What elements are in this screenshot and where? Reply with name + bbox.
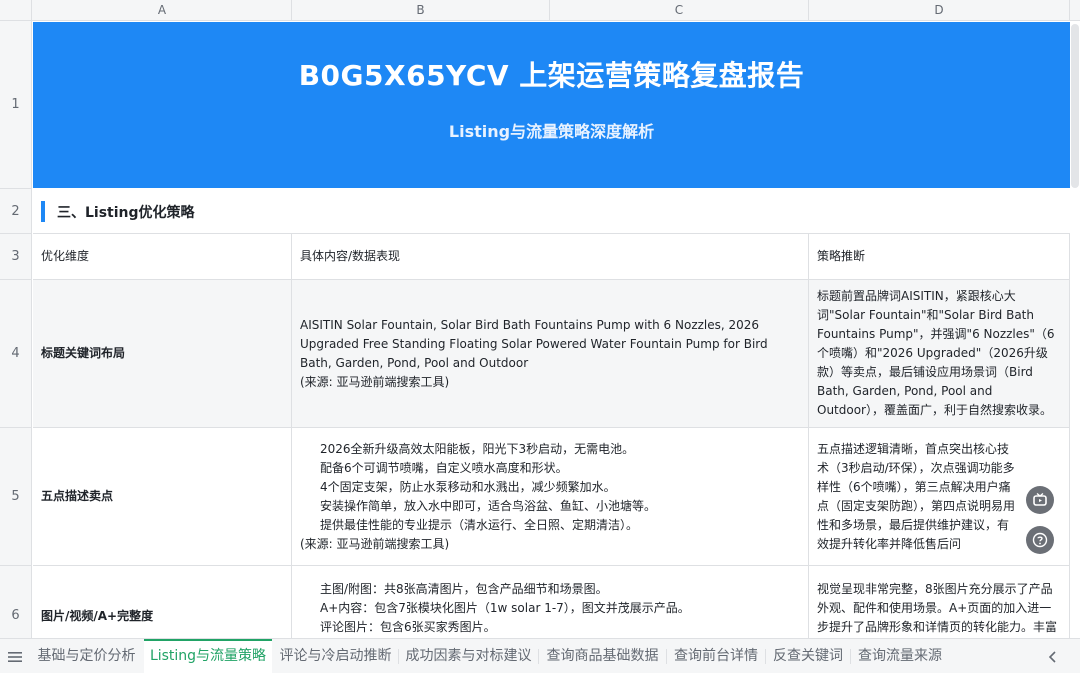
bullet-point: 4个固定支架，防止水泵移动和水溅出，减少频繁加水。 bbox=[320, 479, 616, 494]
report-banner[interactable]: B0G5X65YCV 上架运营策略复盘报告 Listing与流量策略深度解析 bbox=[33, 22, 1070, 188]
content-line: 评论图片：包含6张买家秀图片。 bbox=[320, 620, 496, 634]
select-all-corner[interactable] bbox=[0, 0, 32, 21]
row-header-2[interactable]: 2 bbox=[0, 189, 32, 234]
content-line: AISITIN Solar Fountain, Solar Bird Bath … bbox=[300, 317, 768, 370]
content-line: 主图/附图：共8张高清图片，包含产品细节和场景图。 bbox=[320, 582, 608, 596]
sheet-tab-bar: 基础与定价分析 Listing与流量策略 评论与冷启动推断 成功因素与对标建议 … bbox=[0, 638, 1080, 674]
bullet-point: 提供最佳性能的专业提示（清水运行、全日照、定期清洁）。 bbox=[320, 517, 639, 532]
menu-icon[interactable] bbox=[0, 639, 30, 674]
cell-strategy-media[interactable]: 视觉呈现非常完整，8张图片充分展示了产品外观、配件和使用场景。A+页面的加入进一… bbox=[809, 566, 1070, 638]
row-header-3[interactable]: 3 bbox=[0, 234, 32, 280]
bullet-point: 2026全新升级高效太阳能板，阳光下3秒启动，无需电池。 bbox=[320, 441, 635, 456]
header-content[interactable]: 具体内容/数据表现 bbox=[292, 234, 809, 280]
cell-dimension-title-keywords[interactable]: 标题关键词布局 bbox=[33, 280, 292, 428]
row-header-1[interactable]: 1 bbox=[0, 21, 32, 189]
tab-frontend-details[interactable]: 查询前台详情 bbox=[667, 639, 765, 674]
cell-dimension-media[interactable]: 图片/视频/A+完整度 bbox=[33, 566, 292, 638]
header-dimension[interactable]: 优化维度 bbox=[33, 234, 292, 280]
spreadsheet: A B C D 1 2 3 4 5 6 B0G5X65YCV 上架运营策略复盘报… bbox=[0, 0, 1080, 638]
content-line: A+内容：包含7张模块化图片（1w solar 1-7），图文并茂展示产品。 bbox=[320, 601, 690, 615]
cell-content-bullet-points[interactable]: 2026全新升级高效太阳能板，阳光下3秒启动，无需电池。 配备6个可调节喷嘴，自… bbox=[292, 428, 809, 566]
help-icon[interactable] bbox=[1026, 526, 1054, 554]
content-source: (来源: 亚马逊前端搜索工具) bbox=[300, 374, 450, 389]
cell-dimension-bullet-points[interactable]: 五点描述卖点 bbox=[33, 428, 292, 566]
column-header: A B C D bbox=[0, 0, 1080, 21]
strategy-text: 五点描述逻辑清晰，首点突出核心技术（3秒启动/环保），次点强调功能多样性（6个喷… bbox=[817, 441, 1016, 551]
report-subtitle: Listing与流量策略深度解析 bbox=[448, 122, 655, 141]
header-strategy[interactable]: 策略推断 bbox=[809, 234, 1070, 280]
row-header-5[interactable]: 5 bbox=[0, 428, 32, 566]
scrollbar-thumb[interactable] bbox=[1071, 24, 1079, 188]
column-b-header[interactable]: B bbox=[292, 0, 550, 21]
cell-content-title-keywords[interactable]: AISITIN Solar Fountain, Solar Bird Bath … bbox=[292, 280, 809, 428]
tab-product-data[interactable]: 查询商品基础数据 bbox=[539, 639, 666, 674]
bullet-point: 配备6个可调节喷嘴，自定义喷水高度和形状。 bbox=[320, 460, 568, 475]
tab-reverse-keywords[interactable]: 反查关键词 bbox=[766, 639, 850, 674]
strategy-text: 视觉呈现非常完整，8张图片充分展示了产品外观、配件和使用场景。A+页面的加入进一… bbox=[817, 582, 1058, 634]
tab-traffic-sources[interactable]: 查询流量来源 bbox=[851, 639, 949, 674]
section-accent-bar bbox=[41, 201, 45, 222]
tab-reviews-cold-start[interactable]: 评论与冷启动推断 bbox=[273, 639, 398, 674]
tab-pricing-analysis[interactable]: 基础与定价分析 bbox=[30, 639, 143, 674]
column-c-header[interactable]: C bbox=[550, 0, 809, 21]
content-source: (来源: 亚马逊前端搜索工具) bbox=[300, 536, 450, 551]
tv-icon[interactable] bbox=[1026, 486, 1054, 514]
row-header-6[interactable]: 6 bbox=[0, 566, 32, 638]
tab-listing-traffic[interactable]: Listing与流量策略 bbox=[144, 639, 272, 674]
section-title: 三、Listing优化策略 bbox=[57, 205, 195, 221]
chevron-left-icon[interactable] bbox=[1038, 639, 1068, 674]
column-d-header[interactable]: D bbox=[809, 0, 1070, 21]
column-a-header[interactable]: A bbox=[33, 0, 292, 21]
cell-content-media[interactable]: 主图/附图：共8张高清图片，包含产品细节和场景图。 A+内容：包含7张模块化图片… bbox=[292, 566, 809, 638]
tab-success-factors[interactable]: 成功因素与对标建议 bbox=[399, 639, 538, 674]
strategy-text: 标题前置品牌词AISITIN，紧跟核心大词"Solar Fountain"和"S… bbox=[817, 289, 1055, 417]
section-heading-row[interactable]: 三、Listing优化策略 bbox=[33, 189, 1070, 234]
cell-strategy-title-keywords[interactable]: 标题前置品牌词AISITIN，紧跟核心大词"Solar Fountain"和"S… bbox=[809, 280, 1070, 428]
bullet-point: 安装操作简单，放入水中即可，适合鸟浴盆、鱼缸、小池塘等。 bbox=[320, 498, 657, 513]
row-header-4[interactable]: 4 bbox=[0, 280, 32, 428]
report-title: B0G5X65YCV 上架运营策略复盘报告 bbox=[298, 59, 805, 92]
